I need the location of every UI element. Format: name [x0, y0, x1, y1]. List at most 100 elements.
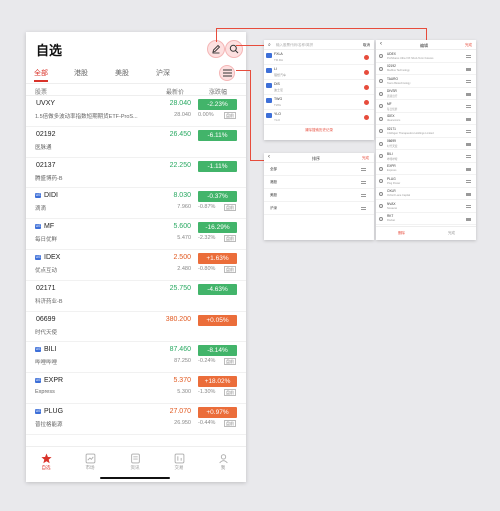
drag-handle-icon[interactable] — [466, 55, 471, 58]
edit-icon[interactable] — [207, 40, 225, 58]
drag-handle-icon[interactable] — [361, 194, 366, 197]
stock-row[interactable]: US PLUG 普拉格能源 27.070 26.950 -0.44% 盘前 +0.97% — [26, 404, 246, 435]
cancel-button[interactable]: 取消 — [363, 43, 370, 48]
search-history-item[interactable]: FXLA TR.DA — [264, 50, 374, 65]
added-check-icon[interactable] — [364, 85, 369, 90]
drag-handle-icon[interactable] — [361, 168, 366, 171]
change-badge[interactable]: +18.02% — [198, 376, 237, 388]
select-radio[interactable] — [379, 79, 383, 83]
tab-hk[interactable]: 港股 — [74, 68, 88, 78]
edit-item[interactable]: DIVSR 滴滴出行 — [376, 88, 476, 100]
drag-handle-icon[interactable] — [466, 142, 471, 146]
tabbar-market[interactable]: 市场 — [75, 453, 105, 471]
stock-row[interactable]: US EXPR Express 5.370 5.300 -1.30% 盘前 +18.02% — [26, 373, 246, 404]
change-badge[interactable]: -16.29% — [198, 222, 237, 234]
added-check-icon[interactable] — [364, 115, 369, 120]
change-badge[interactable]: +0.97% — [198, 406, 237, 418]
col-name[interactable]: 股票 — [35, 87, 47, 96]
tab-all[interactable]: 全部 — [34, 68, 48, 78]
edit-item[interactable]: MF 每日优鲜 — [376, 100, 476, 113]
col-price[interactable]: 最新价 — [166, 87, 184, 96]
stock-row[interactable]: 02137 腾盛博药-B 22.250 -1.11% — [26, 158, 246, 189]
change-badge[interactable]: -8.14% — [198, 345, 237, 357]
change-badge[interactable]: +1.63% — [198, 252, 237, 264]
drag-handle-icon[interactable] — [466, 217, 471, 221]
edit-item[interactable]: BILI 哔哩哔哩 — [376, 150, 476, 163]
stock-row[interactable]: 02171 科济药业-B 25.750 -4.63% — [26, 281, 246, 312]
edit-item[interactable]: 02171 CARsgen Therapeutics Holdings Limit… — [376, 125, 476, 138]
col-change[interactable]: 涨跌幅 — [209, 87, 227, 96]
done-button[interactable]: 完成 — [362, 156, 369, 161]
edit-item[interactable]: UDEX ProShares Ultra VIX Short-Term Futur… — [376, 50, 476, 63]
stock-row[interactable]: 06699 时代天使 380.200 +0.05% — [26, 312, 246, 343]
search-input[interactable]: 输入股票代码/名称/简拼 — [276, 43, 313, 48]
finish-button[interactable]: 完成 — [448, 231, 455, 236]
search-history-item[interactable]: DIS 迪士尼 — [264, 80, 374, 95]
drag-handle-icon[interactable] — [466, 205, 471, 208]
select-radio[interactable] — [379, 191, 383, 196]
clear-history-button[interactable]: 清除搜索历史记录 — [264, 128, 374, 133]
edit-item[interactable]: 02192 Medlive Technology — [376, 63, 476, 75]
drag-handle-icon[interactable] — [466, 80, 471, 83]
select-radio[interactable] — [379, 66, 383, 71]
sort-item[interactable]: 沪深 — [264, 202, 374, 215]
select-radio[interactable] — [379, 216, 383, 221]
change-badge[interactable]: +0.05% — [198, 314, 237, 326]
tab-cn[interactable]: 沪深 — [156, 68, 170, 78]
sort-item[interactable]: 美股 — [264, 189, 374, 202]
tabbar-news[interactable]: 资讯 — [120, 453, 150, 471]
drag-handle-icon[interactable] — [466, 155, 471, 158]
change-badge[interactable]: -1.11% — [198, 160, 237, 172]
added-check-icon[interactable] — [364, 55, 369, 60]
delete-button[interactable]: 删除 — [398, 231, 405, 236]
change-badge[interactable]: -0.37% — [198, 191, 237, 203]
select-radio[interactable] — [379, 154, 383, 158]
done-button[interactable]: 完成 — [465, 43, 472, 48]
change-badge[interactable]: -6.11% — [198, 129, 237, 141]
drag-handle-icon[interactable] — [466, 67, 471, 71]
select-radio[interactable] — [379, 54, 383, 58]
stock-row[interactable]: US IDEX 优点互动 2.500 2.480 -0.80% 盘前 +1.63% — [26, 250, 246, 281]
edit-item[interactable]: NVAX Novavax — [376, 200, 476, 213]
select-radio[interactable] — [379, 104, 383, 108]
select-radio[interactable] — [379, 204, 383, 208]
drag-handle-icon[interactable] — [466, 167, 471, 171]
tab-us[interactable]: 美股 — [115, 68, 129, 78]
tabbar-trade[interactable]: 交易 — [164, 453, 194, 471]
edit-item[interactable]: EXPR Express — [376, 163, 476, 175]
change-badge[interactable]: -2.23% — [198, 99, 237, 110]
stock-row[interactable]: US MF 每日优鲜 5.600 5.470 -2.32% 盘前 -16.29% — [26, 219, 246, 250]
drag-handle-icon[interactable] — [466, 130, 471, 133]
drag-handle-icon[interactable] — [466, 117, 471, 121]
stock-row[interactable]: UVXY 1.5倍做多波动率指数短期期货ETF-ProS... 28.040 28.0… — [26, 96, 246, 127]
edit-item[interactable]: TAURO Tauro Biotechnology — [376, 75, 476, 88]
edit-item[interactable]: PLUG Plug Power — [376, 175, 476, 188]
change-badge[interactable]: -4.63% — [198, 283, 237, 295]
select-radio[interactable] — [379, 141, 383, 146]
edit-item[interactable]: RKT Rocket — [376, 213, 476, 225]
stock-row[interactable]: US DIDI 滴滴 8.030 7.960 -0.87% 盘前 -0.37% — [26, 188, 246, 220]
search-history-item[interactable]: TWG TWG — [264, 95, 374, 110]
search-icon[interactable] — [225, 40, 243, 58]
sort-item[interactable]: 全部 — [264, 163, 374, 176]
search-history-item[interactable]: YLO YLO — [264, 110, 374, 125]
back-icon[interactable]: ‹ — [268, 154, 270, 160]
select-radio[interactable] — [379, 129, 383, 133]
added-check-icon[interactable] — [364, 70, 369, 75]
select-radio[interactable] — [379, 179, 383, 183]
select-radio[interactable] — [379, 116, 383, 121]
edit-item[interactable]: OXLR Oxford Lane Capital — [376, 188, 476, 200]
edit-item[interactable]: IDEX Ideanomics — [376, 113, 476, 125]
select-radio[interactable] — [379, 166, 383, 171]
tabbar-watchlist[interactable]: 自选 — [31, 453, 61, 471]
back-icon[interactable]: ‹ — [380, 41, 382, 47]
menu-icon[interactable] — [219, 65, 235, 81]
drag-handle-icon[interactable] — [361, 181, 366, 184]
stock-row[interactable]: 02192 医脉通 26.450 -6.11% — [26, 127, 246, 158]
select-radio[interactable] — [379, 91, 383, 96]
drag-handle-icon[interactable] — [466, 192, 471, 196]
sort-item[interactable]: 港股 — [264, 176, 374, 189]
stock-row[interactable]: US BILI 哔哩哔哩 87.460 87.250 -0.24% 盘前 -8.14% — [26, 342, 246, 374]
added-check-icon[interactable] — [364, 100, 369, 105]
drag-handle-icon[interactable] — [466, 180, 471, 183]
